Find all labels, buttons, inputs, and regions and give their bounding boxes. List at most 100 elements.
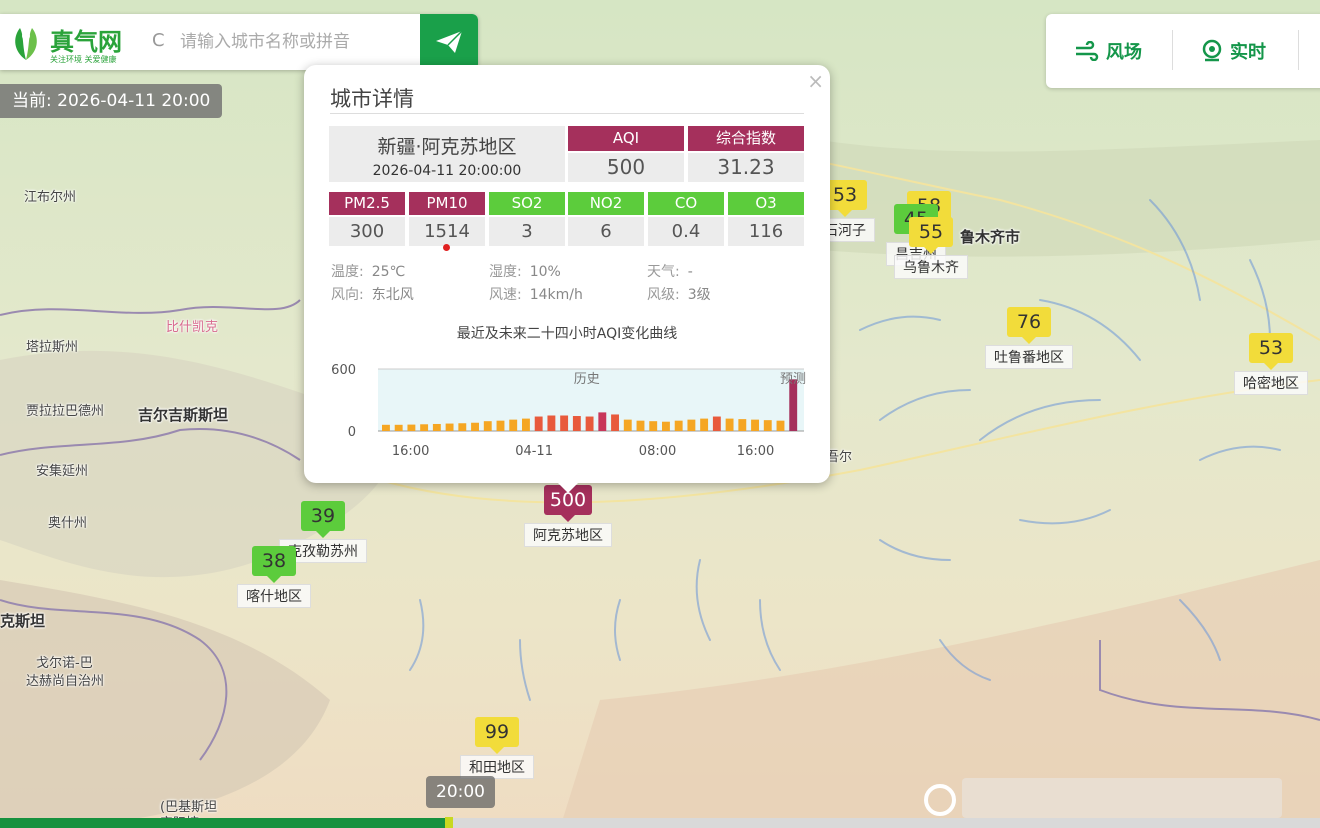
city-name: 喀什地区 xyxy=(237,584,311,608)
composite-index-value: 31.23 xyxy=(688,153,804,182)
divider xyxy=(330,113,804,114)
logo[interactable]: 真气网 关注环境 关爱健康 xyxy=(10,22,138,64)
chart-bar xyxy=(394,424,403,431)
weather-label: 风向: xyxy=(331,287,364,303)
chart-bar xyxy=(725,418,734,431)
pollutant-value: 3 xyxy=(489,217,565,246)
chart-title: 最近及未来二十四小时AQI变化曲线 xyxy=(456,326,678,342)
chart-bar xyxy=(432,423,441,431)
weather-value: 25℃ xyxy=(371,264,406,280)
aqi-value: 76 xyxy=(1007,307,1051,344)
timeline-handle[interactable] xyxy=(444,817,453,828)
chart-x-tick-label: 16:00 xyxy=(737,444,774,459)
pollutant-label: PM2.5 xyxy=(329,192,405,215)
map-toolbar: 风场 实时 xyxy=(1046,14,1320,88)
city-name: 乌鲁木齐 xyxy=(894,255,968,279)
primary-pollutant-dot xyxy=(443,244,450,251)
pollutant-pm25: PM2.5 300 xyxy=(329,192,405,246)
chart-bar xyxy=(674,420,683,431)
map-label: 鲁木齐市 xyxy=(960,228,1021,246)
close-icon[interactable]: × xyxy=(807,69,824,93)
chart-bar xyxy=(420,424,429,431)
leaf-logo-icon xyxy=(15,28,37,60)
city-name: 新疆·阿克苏地区 xyxy=(377,136,517,158)
send-icon xyxy=(436,30,463,53)
pollutant-pm10: PM10 1514 xyxy=(409,192,485,251)
pollutant-label: PM10 xyxy=(409,192,485,215)
chart-bar xyxy=(649,421,658,431)
chart-y-tick-label: 0 xyxy=(348,425,356,440)
weather-condition: 天气: - xyxy=(647,261,693,281)
pollutant-label: CO xyxy=(648,192,724,215)
chart-bar xyxy=(636,420,645,431)
chart-x-tick-label: 04-11 xyxy=(515,444,553,459)
search-input[interactable] xyxy=(180,28,410,56)
weather-temperature: 温度: 25℃ xyxy=(331,261,405,281)
chart-bar xyxy=(560,415,569,431)
pollutant-co: CO 0.4 xyxy=(648,192,724,246)
pollutant-value: 0.4 xyxy=(648,217,724,246)
weather-wind-speed: 风速: 14km/h xyxy=(489,284,583,304)
city-marker[interactable]: 38 喀什地区 xyxy=(237,546,311,608)
wind-field-label: 风场 xyxy=(1106,42,1142,63)
chart-bar xyxy=(483,421,492,431)
city-marker[interactable]: 55 乌鲁木齐 xyxy=(894,217,968,279)
pollutant-value: 300 xyxy=(329,217,405,246)
city-marker[interactable]: 76 吐鲁番地区 xyxy=(985,307,1073,369)
city-marker[interactable]: 99 和田地区 xyxy=(460,717,534,779)
weather-value: 东北风 xyxy=(371,287,414,303)
map-label: 安集延州 xyxy=(36,464,89,479)
map-label: 贾拉拉巴德州 xyxy=(26,404,105,419)
refresh-icon[interactable]: C xyxy=(152,30,165,51)
map-label: 奥什州 xyxy=(48,516,88,531)
wind-icon xyxy=(1076,41,1099,61)
weather-label: 天气: xyxy=(647,264,680,280)
pollutant-label: NO2 xyxy=(568,192,644,215)
weather-wind-direction: 风向: 东北风 xyxy=(331,284,414,304)
aqi-value: 500 xyxy=(568,153,684,182)
pollutant-label: SO2 xyxy=(489,192,565,215)
city-marker-selected[interactable]: 500 阿克苏地区 xyxy=(524,485,612,547)
city-marker[interactable]: 53 哈密地区 xyxy=(1234,333,1308,395)
chart-region-label: 预测 xyxy=(780,372,806,387)
weather-label: 温度: xyxy=(331,264,364,280)
pollutant-value: 116 xyxy=(728,217,804,246)
composite-index-box: 综合指数 31.23 xyxy=(688,126,804,182)
toolbar-divider xyxy=(1298,30,1299,70)
weather-value: 10% xyxy=(529,264,561,280)
chart-bar xyxy=(738,419,747,431)
map-label: 比什凯克 xyxy=(166,320,219,335)
chart-bar xyxy=(623,419,632,431)
aqi-value: 39 xyxy=(301,501,345,538)
weather-label: 湿度: xyxy=(489,264,522,280)
chart-x-tick-label: 16:00 xyxy=(392,444,429,459)
search-button[interactable] xyxy=(420,14,478,70)
chart-bar xyxy=(687,419,696,431)
timeline-bar[interactable] xyxy=(0,817,1320,828)
pollutant-label: O3 xyxy=(728,192,804,215)
chart-bar xyxy=(547,415,556,431)
weather-label: 风级: xyxy=(647,287,680,303)
aqi-value: 99 xyxy=(475,717,519,754)
aqi-value: 38 xyxy=(252,546,296,583)
chart-bar xyxy=(662,421,670,431)
map-label: 达赫尚自治州 xyxy=(26,674,105,689)
city-detail-popup: × 城市详情 新疆·阿克苏地区 2026-04-11 20:00:00 AQI … xyxy=(304,65,830,493)
chart-x-tick-label: 08:00 xyxy=(639,444,676,459)
popup-title: 城市详情 xyxy=(330,87,414,111)
location-pin-icon xyxy=(1202,39,1222,62)
current-time-badge: 当前: 2026-04-11 20:00 xyxy=(0,84,223,118)
map-label: 戈尔诺-巴 xyxy=(36,656,93,671)
observation-time: 2026-04-11 20:00:00 xyxy=(372,163,522,179)
chart-bar xyxy=(700,418,709,431)
chart-bar xyxy=(407,424,416,431)
search-bar: 真气网 关注环境 关爱健康 C xyxy=(0,14,478,70)
chart-bar xyxy=(776,420,785,431)
realtime-button[interactable]: 实时 xyxy=(1200,36,1266,66)
aqi-box: AQI 500 xyxy=(568,126,684,182)
chart-bar xyxy=(522,418,530,431)
logo-slogan: 关注环境 关爱健康 xyxy=(50,55,117,64)
aqi-chart[interactable]: 600 0 历史 预测 16:00 04-11 08:00 16:00 xyxy=(326,355,808,465)
wind-field-button[interactable]: 风场 xyxy=(1074,36,1142,66)
city-name: 吐鲁番地区 xyxy=(985,345,1073,369)
